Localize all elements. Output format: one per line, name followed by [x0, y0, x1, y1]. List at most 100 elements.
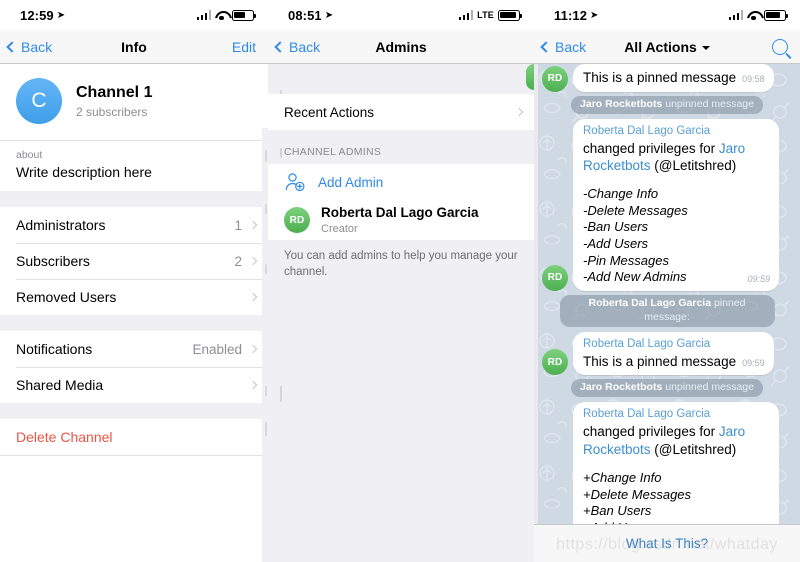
- status-bar-3: 11:12 ➤: [534, 0, 800, 30]
- row-value: 2: [234, 253, 242, 269]
- back-button-1[interactable]: Back: [6, 38, 53, 55]
- back-label: Back: [21, 38, 53, 55]
- edit-button[interactable]: Edit: [232, 39, 256, 55]
- page-title-all-actions[interactable]: All Actions: [624, 39, 710, 55]
- message-text: changed privileges for Jaro Rocketbots (…: [583, 140, 770, 176]
- info-scroll-area[interactable]: C Channel 1 2 subscribers about Write de…: [0, 64, 268, 562]
- message-row[interactable]: RD This is a pinned message 09:58: [542, 64, 792, 92]
- message-row[interactable]: RD Roberta Dal Lago Garcia This is a pin…: [542, 331, 792, 376]
- chevron-right-icon: [514, 107, 524, 117]
- members-group: Administrators 1 Subscribers 2 Removed U…: [0, 207, 268, 316]
- page-title-admins: Admins: [375, 38, 427, 55]
- privilege-item: +Ban Users: [583, 503, 652, 519]
- about-value: Write description here: [16, 164, 152, 181]
- nav-bar-all-actions: Back All Actions: [534, 30, 800, 64]
- channel-subscribers: 2 subscribers: [76, 105, 148, 119]
- message-bubble[interactable]: Roberta Dal Lago Garcia changed privileg…: [573, 118, 779, 291]
- signal-bars-icon: [728, 10, 743, 20]
- privilege-item: -Delete Messages: [583, 202, 688, 218]
- privilege-item: +Delete Messages: [583, 486, 692, 502]
- service-action: unpinned message: [665, 97, 754, 110]
- delete-channel-label: Delete Channel: [16, 429, 113, 446]
- chevron-down-icon: [701, 45, 710, 50]
- row-label: Shared Media: [16, 377, 104, 394]
- section-gap: [0, 403, 268, 420]
- chevron-right-icon: [248, 381, 258, 390]
- message-text: This is a pinned message: [583, 70, 737, 85]
- service-actor: Roberta Dal Lago Garcia: [588, 296, 712, 309]
- chevron-left-icon: [540, 40, 552, 53]
- chat-log[interactable]: RD This is a pinned message 09:58 Jaro R…: [534, 64, 800, 562]
- channel-name: Channel 1: [76, 84, 153, 101]
- avatar: RD: [284, 207, 310, 233]
- location-arrow-icon: ➤: [56, 9, 66, 21]
- phone-screen-channel-info: 12:59 ➤ Back Info Edit C Channel 1 2 sub…: [0, 0, 268, 562]
- privilege-item: -Ban Users: [583, 219, 649, 235]
- prefs-group: Notifications Enabled Shared Media: [0, 331, 268, 404]
- channel-header: C Channel 1 2 subscribers: [0, 64, 268, 140]
- admins-scroll-area[interactable]: Recent Actions CHANNEL ADMINS Add Admin …: [268, 64, 534, 562]
- row-add-admin[interactable]: Add Admin: [268, 164, 534, 200]
- message-text: changed privileges for Jaro Rocketbots (…: [583, 423, 770, 459]
- message-handle: (@Letitshred): [650, 158, 737, 174]
- row-notifications[interactable]: Notifications Enabled: [0, 331, 268, 368]
- service-actor: Jaro Rocketbots: [580, 97, 663, 110]
- privilege-item: -Change Info: [583, 186, 659, 202]
- service-message: Roberta Dal Lago Garcia pinned message:: [542, 294, 792, 327]
- battery-icon: [764, 9, 789, 21]
- message-time: 09:59: [747, 274, 770, 285]
- message-bubble[interactable]: This is a pinned message 09:58: [573, 64, 774, 92]
- row-administrators[interactable]: Administrators 1: [0, 207, 268, 244]
- signal-bars-icon: [196, 10, 211, 20]
- signal-bars-icon: [458, 10, 474, 20]
- blank-area: [0, 455, 268, 562]
- row-label: Subscribers: [16, 253, 90, 270]
- service-action: unpinned message: [665, 381, 754, 394]
- message-row[interactable]: RD Roberta Dal Lago Garcia changed privi…: [542, 118, 792, 291]
- add-person-icon: [284, 172, 306, 192]
- row-recent-actions[interactable]: Recent Actions: [268, 94, 534, 130]
- carrier-label: LTE: [477, 10, 494, 20]
- search-icon: [772, 38, 788, 55]
- avatar: RD: [542, 264, 568, 291]
- chevron-left-icon: [6, 40, 18, 53]
- battery-icon: [232, 9, 257, 21]
- row-removed-users[interactable]: Removed Users: [0, 279, 268, 316]
- chevron-right-icon: [248, 345, 258, 354]
- section-header-channel-admins: CHANNEL ADMINS: [284, 146, 382, 158]
- messages-container: RD This is a pinned message 09:58 Jaro R…: [534, 64, 800, 562]
- what-is-this-link[interactable]: What Is This?: [626, 536, 708, 551]
- privilege-item: +Change Info: [583, 469, 662, 485]
- about-row[interactable]: about Write description here: [0, 140, 268, 192]
- edit-label: Edit: [231, 38, 256, 55]
- row-admin-entry[interactable]: RD Roberta Dal Lago Garcia Creator: [268, 200, 534, 240]
- row-subscribers[interactable]: Subscribers 2: [0, 243, 268, 280]
- nav-bar-admins: Back Admins: [268, 30, 534, 64]
- back-button-3[interactable]: Back: [540, 38, 587, 55]
- chevron-right-icon: [248, 293, 258, 302]
- back-label: Back: [555, 38, 587, 55]
- back-button-2[interactable]: Back: [274, 39, 320, 55]
- about-label: about: [16, 148, 43, 161]
- privilege-item: -Pin Messages: [583, 252, 669, 268]
- status-bar-1: 12:59 ➤: [0, 0, 268, 30]
- message-text: This is a pinned message: [583, 353, 737, 369]
- search-button[interactable]: [772, 38, 788, 55]
- three-phone-screenshots: 12:59 ➤ Back Info Edit C Channel 1 2 sub…: [0, 0, 800, 562]
- row-label: Administrators: [16, 217, 106, 234]
- row-shared-media[interactable]: Shared Media: [0, 367, 268, 404]
- row-label: Notifications: [16, 341, 93, 358]
- message-bubble[interactable]: Roberta Dal Lago Garcia This is a pinned…: [573, 331, 774, 376]
- privilege-item: -Add Users: [583, 236, 649, 252]
- service-message: Jaro Rocketbots unpinned message: [542, 95, 792, 114]
- row-delete-channel[interactable]: Delete Channel: [0, 419, 268, 456]
- status-time: 12:59: [20, 7, 54, 23]
- service-message: Jaro Rocketbots unpinned message: [542, 379, 792, 398]
- message-author: Roberta Dal Lago Garcia: [583, 337, 711, 350]
- adjacent-screen-sliver-left: [268, 64, 284, 562]
- status-bar-2: 08:51 ➤ LTE: [268, 0, 534, 30]
- danger-group: Delete Channel: [0, 419, 268, 456]
- chevron-right-icon: [248, 257, 258, 266]
- what-is-this-bar[interactable]: What Is This?: [534, 524, 800, 562]
- wifi-icon: [215, 10, 228, 21]
